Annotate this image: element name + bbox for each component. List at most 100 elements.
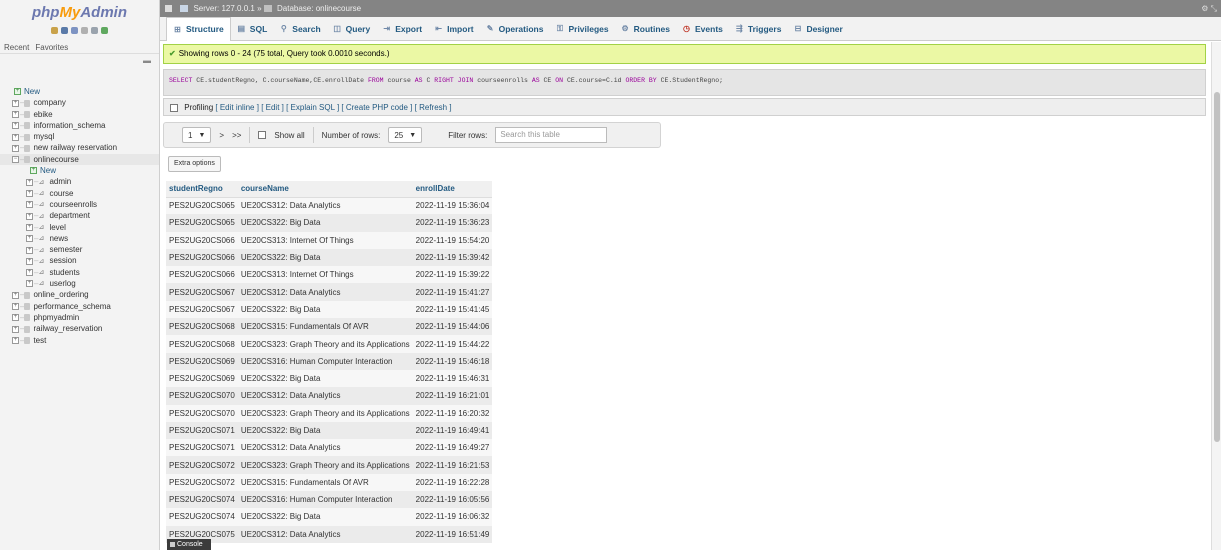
expand-icon[interactable]: + xyxy=(26,246,33,254)
expand-icon[interactable]: + xyxy=(26,178,33,186)
tree-table-item[interactable]: + –⊿ semester xyxy=(0,244,159,255)
tab-favorites[interactable]: Favorites xyxy=(35,43,68,52)
phpmyadmin-logo[interactable]: phpMyAdmin xyxy=(0,0,159,22)
tree-table-item[interactable]: + –⊿ admin xyxy=(0,176,159,187)
expand-icon[interactable]: + xyxy=(12,122,19,130)
tree-database-item[interactable]: − – onlinecourse xyxy=(0,153,159,166)
expand-icon[interactable]: + xyxy=(26,269,33,277)
scrollbar[interactable] xyxy=(1211,42,1221,550)
tree-database-item[interactable]: + – company xyxy=(0,97,159,108)
settings-icon[interactable] xyxy=(91,27,98,34)
tree-database-item[interactable]: + – new railway reservation xyxy=(0,142,159,153)
tree-database-item[interactable]: + – test xyxy=(0,335,159,346)
tab-operations[interactable]: ✎ Operations xyxy=(480,17,550,41)
profiling-link[interactable]: [ Create PHP code ] xyxy=(341,103,412,112)
table-row[interactable]: PES2UG20CS065 UE20CS322: Big Data 2022-11-… xyxy=(166,214,493,232)
expand-icon[interactable]: + xyxy=(12,303,19,311)
expand-icon[interactable]: + xyxy=(12,336,19,344)
tree-table-item[interactable]: + –⊿ courseenrolls xyxy=(0,199,159,210)
table-row[interactable]: PES2UG20CS074 UE20CS316: Human Computer I… xyxy=(166,491,493,509)
tab-search[interactable]: ⚲ Search xyxy=(273,17,326,41)
docs-icon[interactable] xyxy=(81,27,88,34)
tab-triggers[interactable]: ⇶ Triggers xyxy=(729,17,788,41)
expand-icon[interactable]: + xyxy=(12,325,19,333)
tree-table-item[interactable]: + –⊿ session xyxy=(0,255,159,266)
tree-database-item[interactable]: + – phpmyadmin xyxy=(0,312,159,323)
tree-table-item[interactable]: + –⊿ news xyxy=(0,233,159,244)
tab-routines[interactable]: ⚙ Routines xyxy=(615,17,676,41)
tree-table-item[interactable]: + –⊿ level xyxy=(0,222,159,233)
table-row[interactable]: PES2UG20CS066 UE20CS313: Internet Of Thin… xyxy=(166,231,493,249)
tab-privileges[interactable]: ⚿ Privileges xyxy=(549,17,614,41)
table-row[interactable]: PES2UG20CS069 UE20CS322: Big Data 2022-11-… xyxy=(166,369,493,388)
table-row[interactable]: PES2UG20CS072 UE20CS323: Graph Theory and… xyxy=(166,456,493,474)
table-row[interactable]: PES2UG20CS068 UE20CS315: Fundamentals Of … xyxy=(166,318,493,336)
expand-icon[interactable]: + xyxy=(12,110,19,118)
expand-icon[interactable]: + xyxy=(26,201,33,209)
expand-icon[interactable]: + xyxy=(12,144,19,152)
column-header-studentregno[interactable]: studentRegno xyxy=(166,181,238,198)
column-header-coursename[interactable]: courseName xyxy=(237,181,413,198)
expand-icon[interactable]: + xyxy=(12,314,19,322)
table-row[interactable]: PES2UG20CS067 UE20CS322: Big Data 2022-11-… xyxy=(166,300,493,319)
table-row[interactable]: PES2UG20CS074 UE20CS322: Big Data 2022-11-… xyxy=(166,508,493,526)
expand-icon[interactable]: + xyxy=(12,99,19,107)
table-row[interactable]: PES2UG20CS066 UE20CS313: Internet Of Thin… xyxy=(166,266,493,284)
expand-icon[interactable]: − xyxy=(12,156,19,164)
tree-database-item[interactable]: + – information_schema xyxy=(0,120,159,131)
help-icon[interactable] xyxy=(71,27,78,34)
tree-new-item[interactable]: + New xyxy=(0,86,159,97)
tab-query[interactable]: ◫ Query xyxy=(327,17,377,41)
tree-table-item[interactable]: + –⊿ course xyxy=(0,188,159,199)
tree-database-item[interactable]: + – mysql xyxy=(0,131,159,142)
table-row[interactable]: PES2UG20CS071 UE20CS322: Big Data 2022-11-… xyxy=(166,421,493,440)
rows-select[interactable]: 25 ▼ xyxy=(388,127,423,143)
expand-icon[interactable]: + xyxy=(26,235,33,243)
tab-structure[interactable]: ⊞ Structure xyxy=(166,16,231,41)
next-page-button[interactable]: > xyxy=(219,131,224,140)
column-header-enrolldate[interactable]: enrollDate xyxy=(412,181,493,198)
page-select[interactable]: 1 ▼ xyxy=(182,127,212,143)
reload-icon[interactable] xyxy=(101,27,108,34)
expand-icon[interactable]: + xyxy=(26,280,33,288)
tree-table-item[interactable]: + –⊿ department xyxy=(0,210,159,221)
tree-new-item[interactable]: + New xyxy=(0,165,159,176)
table-row[interactable]: PES2UG20CS069 UE20CS316: Human Computer I… xyxy=(166,352,493,370)
profiling-link[interactable]: [ Edit inline ] xyxy=(215,103,259,112)
logout-icon[interactable] xyxy=(61,27,68,34)
expand-icon[interactable]: + xyxy=(26,257,33,265)
expand-icon[interactable]: + xyxy=(26,212,33,220)
extra-options-button[interactable]: Extra options xyxy=(168,156,221,172)
tree-database-item[interactable]: + – online_ordering xyxy=(0,289,159,300)
scrollbar-thumb[interactable] xyxy=(1214,92,1220,442)
tab-sql[interactable]: ▤ SQL xyxy=(231,17,273,41)
table-row[interactable]: PES2UG20CS067 UE20CS312: Data Analytics 20… xyxy=(166,283,493,301)
filter-input[interactable]: Search this table xyxy=(495,127,608,143)
profiling-link[interactable]: [ Refresh ] xyxy=(415,103,452,112)
breadcrumb-server[interactable]: Server: 127.0.0.1 xyxy=(193,4,254,13)
table-row[interactable]: PES2UG20CS075 UE20CS312: Data Analytics 20… xyxy=(166,525,493,543)
console-button[interactable]: Console xyxy=(167,539,211,550)
table-row[interactable]: PES2UG20CS070 UE20CS323: Graph Theory and… xyxy=(166,404,493,422)
collapse-icon[interactable] xyxy=(165,5,172,13)
show-all-checkbox[interactable] xyxy=(258,131,267,139)
table-row[interactable]: PES2UG20CS065 UE20CS312: Data Analytics 20… xyxy=(166,197,493,215)
expand-icon[interactable]: + xyxy=(12,291,19,299)
breadcrumb-database[interactable]: Database: onlinecourse xyxy=(277,4,361,13)
sql-query-box[interactable]: SELECT CE.studentRegno, C.courseName,CE.… xyxy=(163,69,1206,96)
tree-database-item[interactable]: + – ebike xyxy=(0,109,159,120)
profiling-checkbox[interactable] xyxy=(170,103,178,112)
tab-recent[interactable]: Recent xyxy=(4,43,29,52)
tab-import[interactable]: ⇤ Import xyxy=(428,17,479,41)
table-row[interactable]: PES2UG20CS071 UE20CS312: Data Analytics 20… xyxy=(166,439,493,457)
profiling-link[interactable]: [ Edit ] xyxy=(261,103,284,112)
expand-icon[interactable]: + xyxy=(12,133,19,141)
table-row[interactable]: PES2UG20CS070 UE20CS312: Data Analytics 20… xyxy=(166,387,493,405)
expand-icon[interactable]: + xyxy=(26,190,33,198)
expand-icon[interactable]: + xyxy=(26,223,33,231)
tree-table-item[interactable]: + –⊿ students xyxy=(0,267,159,278)
tree-table-item[interactable]: + –⊿ userlog xyxy=(0,278,159,289)
table-row[interactable]: PES2UG20CS066 UE20CS322: Big Data 2022-11-… xyxy=(166,248,493,267)
table-row[interactable]: PES2UG20CS068 UE20CS323: Graph Theory and… xyxy=(166,335,493,353)
tab-events[interactable]: ◷ Events xyxy=(676,17,729,41)
